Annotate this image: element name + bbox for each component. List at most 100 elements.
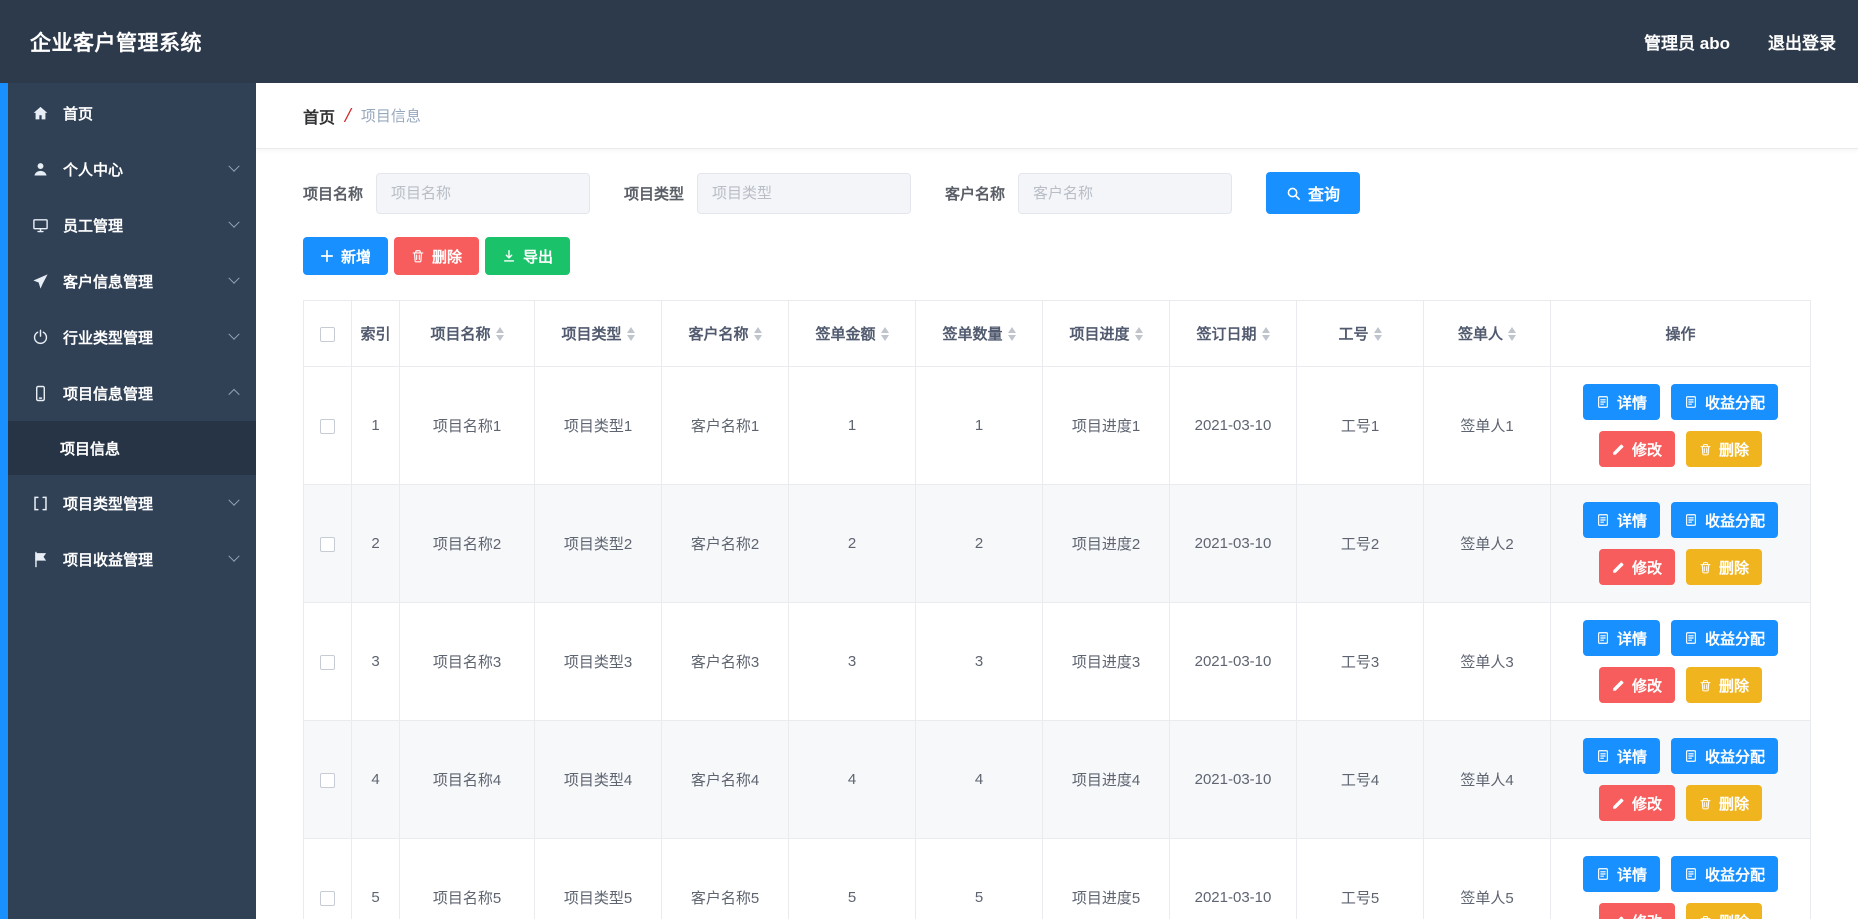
sort-icon[interactable] (1008, 327, 1016, 341)
row-delete-button[interactable]: 删除 (1686, 549, 1762, 585)
sidebar-item-3[interactable]: 客户信息管理 (8, 253, 256, 309)
edit-button[interactable]: 修改 (1599, 549, 1675, 585)
current-user[interactable]: 管理员 abo (1644, 29, 1730, 54)
sidebar-item-4[interactable]: 行业类型管理 (8, 309, 256, 365)
detail-button[interactable]: 详情 (1583, 620, 1660, 656)
detail-button[interactable]: 详情 (1583, 856, 1660, 892)
column-header[interactable]: 项目进度 (1043, 301, 1170, 367)
pencil-icon (1612, 443, 1625, 456)
row-checkbox[interactable] (320, 419, 335, 434)
sidebar-item-1[interactable]: 个人中心 (8, 141, 256, 197)
cell-type: 项目类型1 (535, 367, 662, 485)
column-header[interactable]: 签单数量 (916, 301, 1043, 367)
table-row: 3 项目名称3 项目类型3 客户名称3 3 3 项目进度3 2021-03-10… (304, 603, 1811, 721)
column-header-label: 操作 (1665, 323, 1695, 344)
sidebar-item-label: 员工管理 (63, 215, 123, 236)
sidebar-item-7[interactable]: 项目收益管理 (8, 531, 256, 587)
delete-button[interactable]: 删除 (394, 237, 479, 275)
sidebar-item-label: 客户信息管理 (63, 271, 153, 292)
row-delete-button[interactable]: 删除 (1686, 903, 1762, 919)
sidebar-subitem-5[interactable]: 项目信息 (8, 421, 256, 475)
detail-button[interactable]: 详情 (1583, 738, 1660, 774)
edit-button[interactable]: 修改 (1599, 667, 1675, 703)
row-checkbox[interactable] (320, 655, 335, 670)
sidebar-item-label: 行业类型管理 (63, 327, 153, 348)
filter-label-project-type: 项目类型 (624, 183, 684, 204)
cell-progress: 项目进度1 (1043, 367, 1170, 485)
row-checkbox[interactable] (320, 773, 335, 788)
income-allocation-button[interactable]: 收益分配 (1671, 502, 1778, 538)
income-allocation-button[interactable]: 收益分配 (1671, 384, 1778, 420)
cell-progress: 项目进度4 (1043, 721, 1170, 839)
logout-link[interactable]: 退出登录 (1768, 29, 1836, 54)
row-delete-button[interactable]: 删除 (1686, 431, 1762, 467)
filter-customer-name: 客户名称 (945, 173, 1232, 214)
column-header[interactable]: 签订日期 (1170, 301, 1297, 367)
chevron-down-icon (228, 217, 239, 228)
search-button[interactable]: 查询 (1266, 172, 1360, 214)
cell-amount: 2 (789, 485, 916, 603)
edit-button[interactable]: 修改 (1599, 431, 1675, 467)
sort-icon[interactable] (1508, 327, 1516, 341)
sort-icon[interactable] (1135, 327, 1143, 341)
cell-name: 项目名称1 (400, 367, 535, 485)
detail-button[interactable]: 详情 (1583, 502, 1660, 538)
sort-icon[interactable] (1262, 327, 1270, 341)
breadcrumb-home[interactable]: 首页 (303, 104, 335, 128)
sort-icon[interactable] (1374, 327, 1382, 341)
sidebar-item-0[interactable]: 首页 (8, 85, 256, 141)
project-name-input[interactable] (376, 173, 590, 214)
column-header: 索引 (352, 301, 400, 367)
sidebar-item-label: 个人中心 (63, 159, 123, 180)
detail-button-label: 详情 (1617, 510, 1647, 531)
column-header[interactable]: 签单金额 (789, 301, 916, 367)
document-icon (1596, 513, 1610, 527)
table-row: 1 项目名称1 项目类型1 客户名称1 1 1 项目进度1 2021-03-10… (304, 367, 1811, 485)
column-header[interactable]: 项目类型 (535, 301, 662, 367)
row-delete-button[interactable]: 删除 (1686, 667, 1762, 703)
trash-icon (1699, 797, 1712, 810)
edit-button[interactable]: 修改 (1599, 903, 1675, 919)
cell-worker-id: 工号3 (1297, 603, 1424, 721)
row-checkbox[interactable] (320, 891, 335, 906)
sidebar-item-5[interactable]: 项目信息管理 (8, 365, 256, 421)
home-icon (30, 103, 50, 123)
pencil-icon (1612, 797, 1625, 810)
cell-signer: 签单人5 (1424, 839, 1551, 919)
customer-name-input[interactable] (1018, 173, 1232, 214)
column-header[interactable]: 工号 (1297, 301, 1424, 367)
sidebar-item-2[interactable]: 员工管理 (8, 197, 256, 253)
sort-icon[interactable] (754, 327, 762, 341)
sort-icon[interactable] (881, 327, 889, 341)
project-type-input[interactable] (697, 173, 911, 214)
document-icon (1684, 513, 1698, 527)
document-icon (1596, 867, 1610, 881)
trash-icon (1699, 561, 1712, 574)
export-button[interactable]: 导出 (485, 237, 570, 275)
sidebar-item-label: 项目信息管理 (63, 383, 153, 404)
cell-index: 5 (352, 839, 400, 919)
column-header-label: 客户名称 (688, 323, 748, 344)
sidebar-item-6[interactable]: 项目类型管理 (8, 475, 256, 531)
column-header[interactable]: 项目名称 (400, 301, 535, 367)
content: 项目名称 项目类型 客户名称 查询 (256, 149, 1858, 919)
row-delete-button[interactable]: 删除 (1686, 785, 1762, 821)
income-allocation-button[interactable]: 收益分配 (1671, 738, 1778, 774)
document-icon (1684, 867, 1698, 881)
add-button[interactable]: 新增 (303, 237, 388, 275)
income-allocation-button[interactable]: 收益分配 (1671, 620, 1778, 656)
table-row: 5 项目名称5 项目类型5 客户名称5 5 5 项目进度5 2021-03-10… (304, 839, 1811, 919)
detail-button[interactable]: 详情 (1583, 384, 1660, 420)
document-icon (1684, 631, 1698, 645)
sort-icon[interactable] (627, 327, 635, 341)
search-button-label: 查询 (1308, 181, 1340, 205)
column-header[interactable]: 客户名称 (662, 301, 789, 367)
sort-icon[interactable] (496, 327, 504, 341)
select-all-checkbox[interactable] (320, 327, 335, 342)
document-icon (1596, 395, 1610, 409)
edit-button[interactable]: 修改 (1599, 785, 1675, 821)
cell-worker-id: 工号1 (1297, 367, 1424, 485)
income-allocation-button[interactable]: 收益分配 (1671, 856, 1778, 892)
row-checkbox[interactable] (320, 537, 335, 552)
column-header[interactable]: 签单人 (1424, 301, 1551, 367)
